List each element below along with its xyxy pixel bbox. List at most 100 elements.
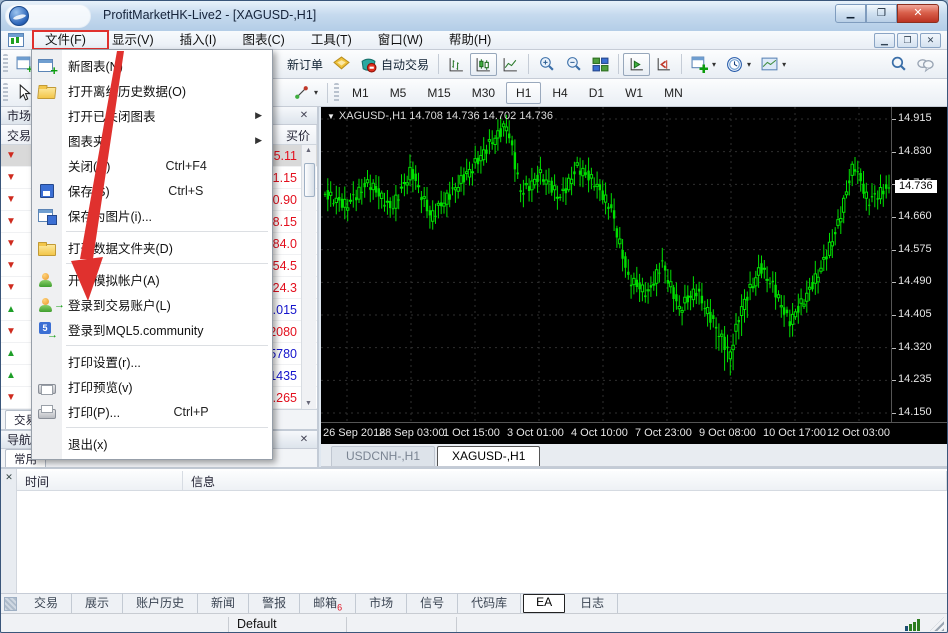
message-column-header[interactable]: 信息 <box>183 471 947 490</box>
close-icon[interactable]: ✕ <box>3 472 15 483</box>
candlestick-chart-button[interactable] <box>470 53 497 76</box>
chart-document-icon[interactable] <box>8 33 24 47</box>
mdi-restore-button[interactable]: ❐ <box>897 33 918 48</box>
mdi-close-button[interactable]: ✕ <box>920 33 941 48</box>
timeframe-button[interactable]: W1 <box>615 82 653 104</box>
panel-grip-icon[interactable] <box>4 597 17 611</box>
terminal-tab[interactable]: 新闻 <box>198 593 249 614</box>
terminal-tab[interactable]: EA <box>523 594 565 613</box>
time-tick-label: 7 Oct 23:00 <box>635 427 692 439</box>
file-menu-item[interactable]: → 登录到交易账户(L) <box>32 292 272 317</box>
scrollbar-thumb[interactable] <box>304 163 315 197</box>
window-close-button[interactable]: ✕ <box>897 4 939 23</box>
indicators-button[interactable]: ▾ <box>686 53 721 76</box>
metaeditor-button[interactable] <box>328 53 355 76</box>
menubar-item[interactable]: 窗口(W) <box>365 31 436 50</box>
close-icon[interactable]: ✕ <box>297 110 311 121</box>
search-button[interactable] <box>885 53 912 76</box>
window-maximize-button[interactable]: ❐ <box>866 4 897 23</box>
zoom-out-button[interactable] <box>560 53 587 76</box>
file-menu-item[interactable] <box>32 342 272 349</box>
timeframe-button[interactable]: M5 <box>380 82 417 104</box>
menubar-item[interactable]: 显示(V) <box>99 31 167 50</box>
terminal-tab[interactable]: 账户历史 <box>123 593 198 614</box>
file-menu-item[interactable] <box>32 228 272 235</box>
mdi-minimize-button[interactable]: ▁ <box>874 33 895 48</box>
tile-windows-button[interactable] <box>587 53 614 76</box>
bar-chart-button[interactable] <box>443 53 470 76</box>
file-menu-item[interactable]: 打开离线历史数据(O) <box>32 78 272 103</box>
file-menu-item[interactable]: 保存(S) Ctrl+S <box>32 178 272 203</box>
drawing-tools-button[interactable]: ▾ <box>288 81 323 104</box>
file-menu-item[interactable]: 登录到MQL5.community <box>32 317 272 342</box>
timeframe-button[interactable]: M1 <box>342 82 379 104</box>
time-axis[interactable]: 26 Sep 201828 Sep 03:001 Oct 15:003 Oct … <box>321 422 947 444</box>
chat-button[interactable] <box>912 53 939 76</box>
zoom-in-button[interactable] <box>533 53 560 76</box>
file-menu-item[interactable]: 新图表(N) <box>32 53 272 78</box>
terminal-tab[interactable]: 代码库 <box>458 593 521 614</box>
price-axis[interactable]: 14.91514.83014.74514.66014.57514.49014.4… <box>892 107 947 422</box>
terminal-tab[interactable]: 展示 <box>72 593 123 614</box>
file-menu-item[interactable]: 保存为图片(i)... <box>32 203 272 228</box>
new-order-button[interactable]: 新订单 <box>282 53 328 76</box>
chart-plot-area[interactable]: ▼XAGUSD-,H1 14.708 14.736 14.702 14.736 <box>321 107 892 422</box>
file-menu-item[interactable] <box>32 424 272 431</box>
price-tick-label: 14.660 <box>898 210 932 222</box>
periods-button[interactable]: ▾ <box>721 53 756 76</box>
symbol-dropdown-icon[interactable]: ▼ <box>327 112 335 121</box>
terminal-tab[interactable]: 市场 <box>356 593 407 614</box>
tick-direction-icon <box>6 239 20 249</box>
menubar-item[interactable]: 帮助(H) <box>436 31 504 50</box>
file-menu-item[interactable]: 开新模拟帐户(A) <box>32 267 272 292</box>
timeframe-button[interactable]: M15 <box>417 82 460 104</box>
timeframe-button[interactable]: D1 <box>579 82 614 104</box>
menu-item-icon: → <box>38 297 56 313</box>
market-watch-scrollbar[interactable] <box>301 145 316 409</box>
time-tick-label: 12 Oct 03:00 <box>827 427 890 439</box>
window-minimize-button[interactable]: ▁ <box>835 4 866 23</box>
file-menu-item[interactable]: 退出(x) <box>32 431 272 456</box>
terminal-tab[interactable]: 日志 <box>567 593 618 614</box>
timeframe-button[interactable]: MN <box>654 82 693 104</box>
menu-item-icon <box>37 83 57 99</box>
status-bar: Default <box>1 613 947 633</box>
menubar-item[interactable]: 工具(T) <box>298 31 365 50</box>
toolbar-grip[interactable] <box>3 83 8 103</box>
terminal-tab[interactable]: 邮箱6 <box>300 593 356 614</box>
chart-tab-bar: USDCNH-,H1XAGUSD-,H1 <box>321 444 947 467</box>
file-menu-item[interactable]: 关闭(C) Ctrl+F4 <box>32 153 272 178</box>
chart-shift-button[interactable] <box>650 53 677 76</box>
file-menu-item[interactable]: 打印预览(v) <box>32 374 272 399</box>
file-menu-item[interactable]: 打开已关闭图表 ▶ <box>32 103 272 128</box>
chart-tab[interactable]: XAGUSD-,H1 <box>437 446 540 466</box>
templates-button[interactable]: ▾ <box>756 53 791 76</box>
autotrading-icon <box>360 56 377 73</box>
menubar-item[interactable]: 插入(I) <box>167 31 230 50</box>
file-menu-item[interactable] <box>32 260 272 267</box>
zoom-out-icon <box>565 56 582 73</box>
autotrading-button[interactable]: 自动交易 <box>355 53 434 76</box>
file-menu-item[interactable]: 打印设置(r)... <box>32 349 272 374</box>
line-chart-icon <box>502 56 519 73</box>
close-icon[interactable]: ✕ <box>297 434 311 445</box>
timeframe-button[interactable]: H1 <box>506 82 541 104</box>
terminal-tab[interactable]: 警报 <box>249 593 300 614</box>
toolbar-grip[interactable] <box>3 54 8 74</box>
file-menu-item[interactable]: 打开数据文件夹(D) <box>32 235 272 260</box>
timeframe-button[interactable]: M30 <box>462 82 505 104</box>
toolbar-grip[interactable] <box>334 83 339 103</box>
timeframe-button[interactable]: H4 <box>542 82 577 104</box>
terminal-tab[interactable]: 信号 <box>407 593 458 614</box>
resize-grip[interactable] <box>930 617 944 631</box>
status-profile[interactable]: Default <box>229 617 347 632</box>
tick-direction-icon <box>6 217 20 227</box>
auto-scroll-button[interactable] <box>623 53 650 76</box>
time-column-header[interactable]: 时间 <box>17 471 183 490</box>
line-chart-button[interactable] <box>497 53 524 76</box>
file-menu-item[interactable]: 打印(P)... Ctrl+P <box>32 399 272 424</box>
chart-tab[interactable]: USDCNH-,H1 <box>331 446 435 466</box>
menubar-item[interactable]: 图表(C) <box>229 31 297 50</box>
file-menu-item[interactable]: 图表夹 ▶ <box>32 128 272 153</box>
terminal-tab[interactable]: 交易 <box>21 593 72 614</box>
